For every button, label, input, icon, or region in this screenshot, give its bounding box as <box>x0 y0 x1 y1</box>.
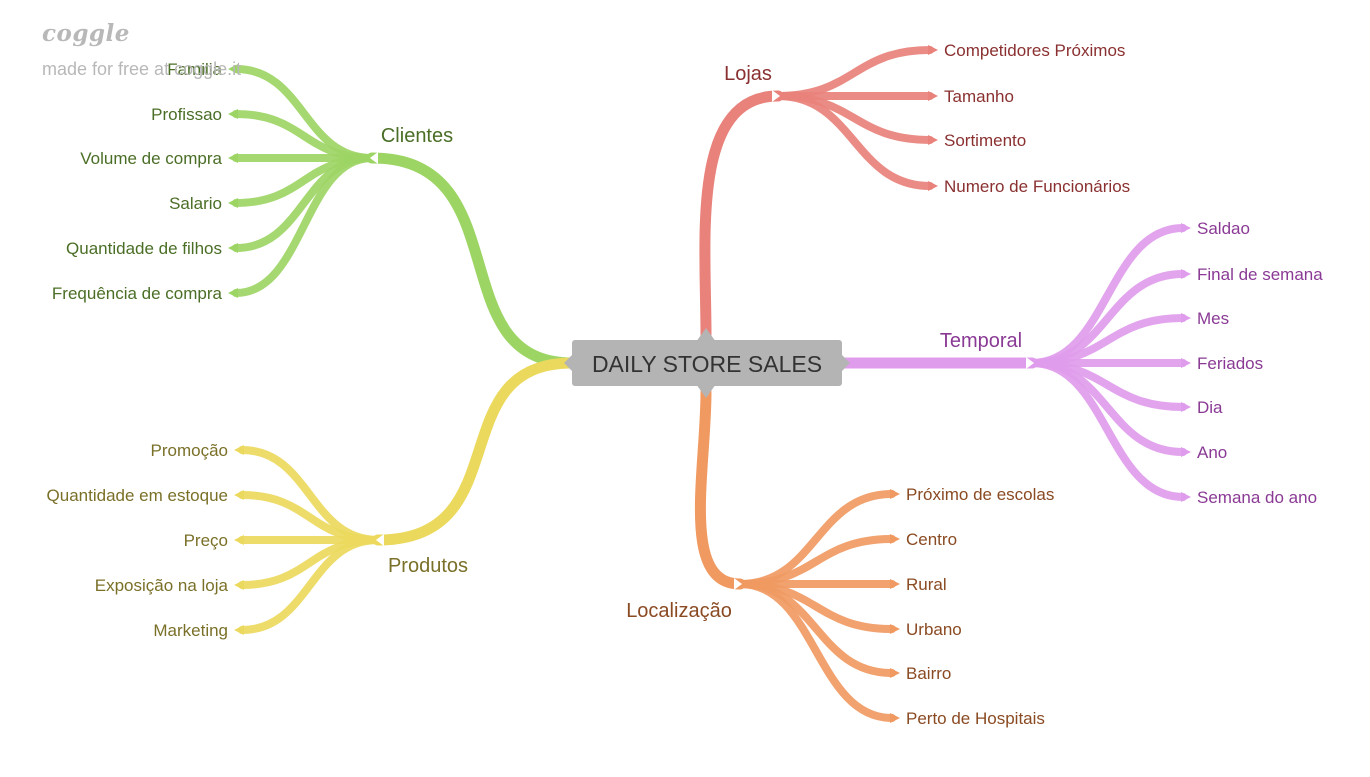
coggle-logo: coggle <box>42 20 130 47</box>
arrow-tip <box>928 181 938 191</box>
center-notch-left <box>564 353 574 373</box>
branch-lojas: Competidores Próximos Tamanho Sortimento Nu… <box>699 41 1130 341</box>
arrow-tip <box>234 580 244 590</box>
node-frequencia-de-compra[interactable]: Frequência de compra <box>52 284 223 303</box>
branch-localizacao: Próximo de escolas Centro Rural Urbano Bairr… <box>626 386 1054 728</box>
node-feriados[interactable]: Feriados <box>1197 354 1263 373</box>
arrow-tip <box>1181 269 1191 279</box>
arrow-tip <box>890 489 900 499</box>
node-rural[interactable]: Rural <box>906 575 947 594</box>
node-numero-de-funcionarios[interactable]: Numero de Funcionários <box>944 177 1130 196</box>
branch-label-produtos[interactable]: Produtos <box>388 555 468 577</box>
center-notch-top <box>696 328 716 342</box>
branch-label-localizacao[interactable]: Localização <box>626 600 732 622</box>
arrow-tip <box>1181 447 1191 457</box>
arrow-tip <box>234 625 244 635</box>
branch-label-lojas[interactable]: Lojas <box>724 63 772 85</box>
connector-competidores-proximos <box>774 46 934 100</box>
node-volume-de-compra[interactable]: Volume de compra <box>80 149 222 168</box>
arrow-tip <box>1181 313 1191 323</box>
arrow-tip <box>890 624 900 634</box>
node-ano[interactable]: Ano <box>1197 443 1227 462</box>
node-mes[interactable]: Mes <box>1197 309 1229 328</box>
node-centro[interactable]: Centro <box>906 530 957 549</box>
arrow-tip <box>234 535 244 545</box>
arrow-tip <box>228 109 238 119</box>
arrow-tip <box>890 713 900 723</box>
node-salario[interactable]: Salario <box>169 194 222 213</box>
node-profissao[interactable]: Profissao <box>151 105 222 124</box>
arrow-tip <box>228 243 238 253</box>
branch-line-localizacao <box>694 386 746 590</box>
branch-line-produtos <box>372 357 578 546</box>
branch-line-clientes <box>366 152 578 369</box>
arrow-tip <box>228 153 238 163</box>
branch-clientes: FamiliaProfissaoVolume de compraSalarioQ… <box>52 60 578 369</box>
arrow-tip <box>1181 492 1191 502</box>
branch-temporal: Saldao Final de semana Mes Feriados Dia Ano Se… <box>836 219 1323 507</box>
node-competidores-proximos[interactable]: Competidores Próximos <box>944 41 1125 60</box>
node-semana-do-ano[interactable]: Semana do ano <box>1197 488 1317 507</box>
node-exposicao-na-loja[interactable]: Exposição na loja <box>95 576 229 595</box>
node-bairro[interactable]: Bairro <box>906 664 951 683</box>
node-proximo-de-escolas[interactable]: Próximo de escolas <box>906 485 1054 504</box>
arrow-tip <box>234 490 244 500</box>
branch-label-temporal[interactable]: Temporal <box>940 330 1022 352</box>
node-perto-de-hospitais[interactable]: Perto de Hospitais <box>906 709 1045 728</box>
arrow-tip <box>1181 402 1191 412</box>
arrow-tip <box>890 579 900 589</box>
arrow-tip <box>890 668 900 678</box>
coggle-watermark: coggle made for free at coggle.it <box>42 20 241 80</box>
watermark-text: made for free at coggle.it <box>42 59 242 79</box>
arrow-tip <box>928 45 938 55</box>
arrow-tip <box>228 288 238 298</box>
branch-produtos: Promoção Quantidade em estoque Preço Exposi… <box>47 357 578 640</box>
node-marketing[interactable]: Marketing <box>153 621 228 640</box>
node-final-de-semana[interactable]: Final de semana <box>1197 265 1323 284</box>
node-saldao[interactable]: Saldao <box>1197 219 1250 238</box>
arrow-tip <box>928 135 938 145</box>
center-node[interactable]: DAILY STORE SALES <box>564 328 850 398</box>
node-promocao[interactable]: Promoção <box>151 441 228 460</box>
mind-map: Competidores Próximos Tamanho Sortimento Nu… <box>47 41 1324 728</box>
node-preco[interactable]: Preço <box>184 531 228 550</box>
node-urbano[interactable]: Urbano <box>906 620 962 639</box>
branch-label-clientes[interactable]: Clientes <box>381 125 453 147</box>
node-tamanho[interactable]: Tamanho <box>944 87 1014 106</box>
center-label: DAILY STORE SALES <box>592 351 822 377</box>
arrow-tip <box>228 198 238 208</box>
arrow-tip <box>1181 358 1191 368</box>
arrow-tip <box>234 445 244 455</box>
arrow-tip <box>890 534 900 544</box>
node-dia[interactable]: Dia <box>1197 398 1223 417</box>
arrow-tip <box>928 91 938 101</box>
branch-line-lojas <box>699 90 784 341</box>
node-quantidade-em-estoque[interactable]: Quantidade em estoque <box>47 486 228 505</box>
node-quantidade-de-filhos[interactable]: Quantidade de filhos <box>66 239 222 258</box>
node-sortimento[interactable]: Sortimento <box>944 131 1026 150</box>
center-notch-bottom <box>696 384 716 398</box>
center-notch-right <box>840 353 850 373</box>
arrow-tip <box>1181 223 1191 233</box>
